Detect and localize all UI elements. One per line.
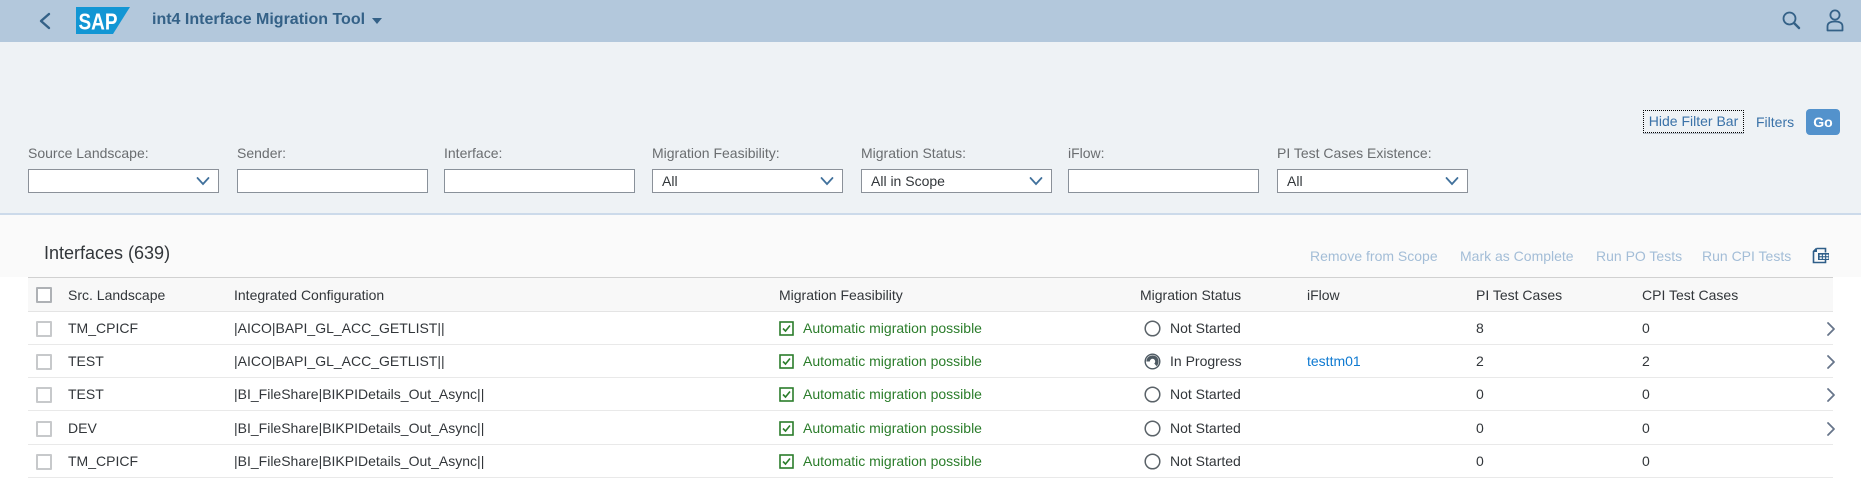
svg-text:SAP: SAP [79,9,118,35]
